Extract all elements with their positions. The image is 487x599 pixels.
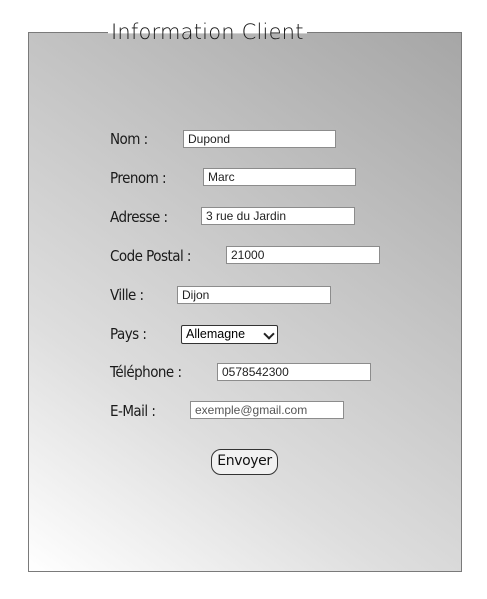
adresse-label: Adresse : — [110, 208, 168, 226]
chevron-down-icon — [263, 328, 275, 340]
code-postal-label: Code Postal : — [110, 247, 191, 265]
pays-select[interactable]: Allemagne — [181, 325, 278, 344]
nom-label: Nom : — [110, 130, 148, 148]
ville-label: Ville : — [110, 286, 144, 304]
email-label: E-Mail : — [110, 402, 156, 420]
code-postal-input[interactable]: 21000 — [226, 246, 380, 264]
envoyer-button[interactable]: Envoyer — [211, 449, 278, 475]
pays-label: Pays : — [110, 325, 147, 343]
form-legend: Information Client — [108, 20, 307, 44]
telephone-input[interactable]: 0578542300 — [217, 363, 371, 381]
ville-input[interactable]: Dijon — [177, 286, 331, 304]
email-input[interactable]: exemple@gmail.com — [190, 401, 344, 419]
adresse-input[interactable]: 3 rue du Jardin — [201, 207, 355, 225]
prenom-input[interactable]: Marc — [203, 168, 356, 186]
pays-selected-value: Allemagne — [186, 327, 246, 341]
nom-input[interactable]: Dupond — [183, 130, 336, 148]
prenom-label: Prenom : — [110, 169, 166, 187]
telephone-label: Téléphone : — [110, 363, 182, 381]
